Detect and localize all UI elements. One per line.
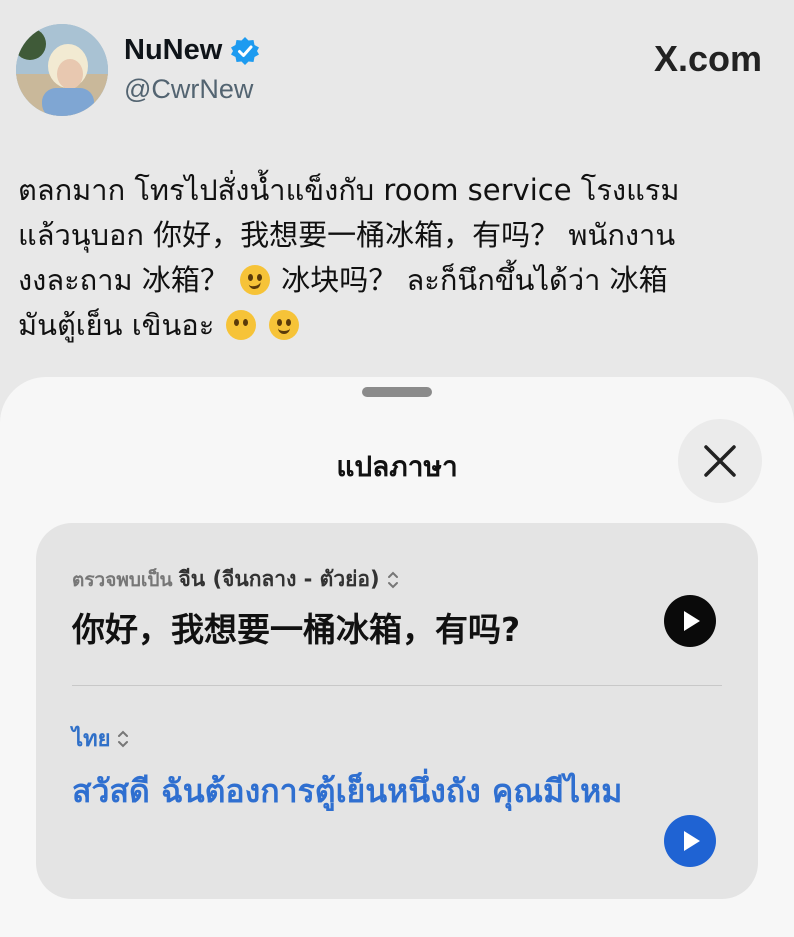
tears-of-joy-emoji-icon	[268, 310, 299, 340]
play-translation-button[interactable]	[664, 815, 716, 867]
chevron-up-down-icon	[118, 730, 129, 747]
chevron-up-down-icon	[387, 571, 398, 588]
site-logo-text: X.com	[653, 38, 762, 79]
close-icon	[704, 445, 736, 477]
source-language: จีน (จีนกลาง - ตัวย่อ)	[178, 567, 380, 591]
display-name[interactable]: NuNew	[124, 34, 222, 67]
tweet-body: ตลกมาก โทรไปสั่งน้ำแข็งกับ room service …	[18, 168, 778, 348]
play-source-button[interactable]	[664, 595, 716, 647]
divider	[72, 685, 722, 686]
avatar[interactable]	[16, 24, 108, 116]
source-text: 你好，我想要一桶冰箱，有吗?	[72, 610, 521, 649]
translation-card: ตรวจพบเป็น จีน (จีนกลาง - ตัวย่อ) 你好，我想要…	[36, 523, 758, 899]
tweet-line-5: มันตู้เย็น เขินอะ	[18, 308, 215, 342]
tweet-line-2: แล้วนุบอก 你好，我想要一桶冰箱，有吗？ พนักงาน	[18, 218, 676, 252]
play-icon	[684, 611, 700, 631]
tweet-line-3: งงละถาม 冰箱？	[18, 263, 229, 297]
translate-sheet: แปลภาษา ตรวจพบเป็น จีน (จีนกลาง - ตัวย่อ…	[0, 377, 794, 937]
target-language-selector[interactable]: ไทย	[72, 721, 130, 756]
x-logo: X.com	[654, 38, 762, 80]
source-language-selector[interactable]: ตรวจพบเป็น จีน (จีนกลาง - ตัวย่อ)	[72, 563, 400, 596]
translated-text: สวัสดี ฉันต้องการตู้เย็นหนึ่งถัง คุณมีไห…	[72, 772, 623, 810]
tweet-header-area: NuNew @CwrNew X.com ตลกมาก โทรไปสั่งน้ำแ…	[0, 0, 794, 400]
user-handle[interactable]: @CwrNew	[124, 74, 253, 105]
sheet-grabber[interactable]	[362, 387, 432, 397]
target-language: ไทย	[72, 727, 111, 752]
play-icon	[684, 831, 700, 851]
sheet-title: แปลภาษา	[336, 450, 458, 483]
verified-badge-icon	[231, 36, 260, 65]
tweet-line-1: ตลกมาก โทรไปสั่งน้ำแข็งกับ room service …	[18, 173, 680, 207]
face-with-hand-over-mouth-emoji-icon	[225, 310, 256, 340]
tweet-line-4: 冰块吗？ ละก็นึกขึ้นได้ว่า 冰箱	[281, 263, 668, 297]
thinking-emoji-icon	[240, 265, 271, 295]
close-button[interactable]	[678, 419, 762, 503]
detected-label: ตรวจพบเป็น	[72, 568, 173, 591]
